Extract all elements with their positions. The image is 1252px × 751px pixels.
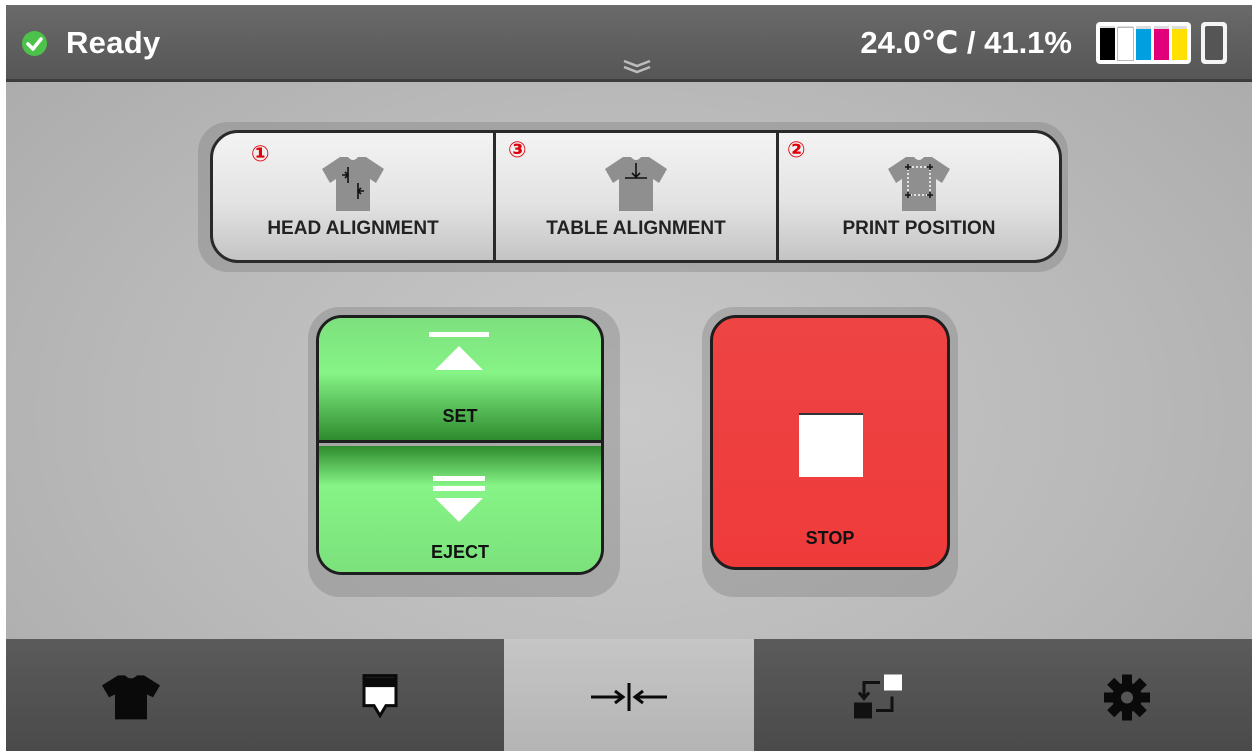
table-alignment-button[interactable]: ③ TABLE ALIGNMENT bbox=[496, 133, 779, 260]
step-number: ③ bbox=[508, 137, 527, 162]
ink-fill bbox=[1172, 29, 1187, 60]
alignment-arrows-icon bbox=[590, 683, 667, 711]
alignment-buttons: ① HEAD ALIGNMENT ③ TABLE ALIGNMENT ② PRI… bbox=[210, 130, 1062, 263]
temperature-humidity-readout: 24.0℃ / 41.1% bbox=[860, 25, 1072, 60]
bottom-navigation bbox=[6, 639, 1252, 751]
nav-tab-alignment[interactable] bbox=[504, 639, 754, 751]
head-alignment-label: HEAD ALIGNMENT bbox=[267, 218, 439, 239]
set-eject-buttons: SET EJECT bbox=[316, 315, 604, 575]
transfer-icon bbox=[854, 674, 903, 719]
stop-control-group: STOP bbox=[702, 307, 958, 597]
ink-fill bbox=[1154, 29, 1169, 60]
step-number: ② bbox=[787, 137, 806, 162]
ink-slot-black bbox=[1100, 26, 1115, 60]
tshirt-head-alignment-icon bbox=[322, 157, 384, 211]
eject-label: EJECT bbox=[430, 542, 490, 562]
set-label: SET bbox=[442, 406, 478, 426]
ink-slot-white bbox=[1117, 26, 1134, 62]
printer-panel: Ready 24.0℃ / 41.1% ① HEAD ALIGNMENT ③ T… bbox=[6, 5, 1252, 751]
eject-button[interactable]: EJECT bbox=[319, 446, 601, 572]
tshirt-print-position-icon bbox=[888, 157, 950, 211]
ink-drop-icon bbox=[362, 674, 398, 719]
load-control-group: SET EJECT bbox=[308, 307, 620, 597]
status-bar: Ready 24.0℃ / 41.1% bbox=[6, 5, 1252, 82]
ink-slot-magenta bbox=[1154, 26, 1169, 60]
nav-tab-settings[interactable] bbox=[1002, 639, 1252, 751]
set-button[interactable]: SET bbox=[319, 318, 601, 443]
tshirt-table-alignment-icon bbox=[605, 157, 667, 211]
alignment-button-group: ① HEAD ALIGNMENT ③ TABLE ALIGNMENT ② PRI… bbox=[198, 122, 1068, 272]
nav-tab-print[interactable] bbox=[6, 639, 256, 751]
stop-label: STOP bbox=[805, 528, 855, 548]
arrow-up-bar-icon bbox=[429, 332, 489, 370]
tshirt-icon bbox=[101, 675, 160, 720]
stop-button[interactable]: STOP bbox=[710, 315, 950, 570]
stop-square-icon bbox=[799, 413, 863, 477]
waste-tank-icon[interactable] bbox=[1201, 22, 1227, 64]
double-chevron-down-icon[interactable] bbox=[622, 57, 652, 77]
ink-slot-yellow bbox=[1172, 26, 1187, 60]
print-position-button[interactable]: ② PRINT POSITION bbox=[779, 133, 1059, 260]
check-circle-icon bbox=[22, 31, 47, 56]
gear-icon bbox=[1104, 674, 1151, 721]
ink-fill bbox=[1117, 26, 1134, 62]
ink-fill bbox=[1100, 27, 1115, 60]
arrow-down-bar-icon bbox=[433, 476, 485, 522]
print-position-label: PRINT POSITION bbox=[842, 218, 996, 239]
step-number: ① bbox=[251, 141, 270, 166]
ink-fill bbox=[1136, 29, 1151, 60]
table-alignment-label: TABLE ALIGNMENT bbox=[546, 218, 726, 239]
ink-slot-cyan bbox=[1136, 26, 1151, 60]
status-text: Ready bbox=[66, 25, 161, 60]
ink-level-indicator[interactable] bbox=[1096, 22, 1191, 64]
nav-tab-ink[interactable] bbox=[255, 639, 505, 751]
waste-tank-level bbox=[1205, 26, 1223, 60]
nav-tab-maintenance[interactable] bbox=[753, 639, 1003, 751]
head-alignment-button[interactable]: ① HEAD ALIGNMENT bbox=[213, 133, 496, 260]
